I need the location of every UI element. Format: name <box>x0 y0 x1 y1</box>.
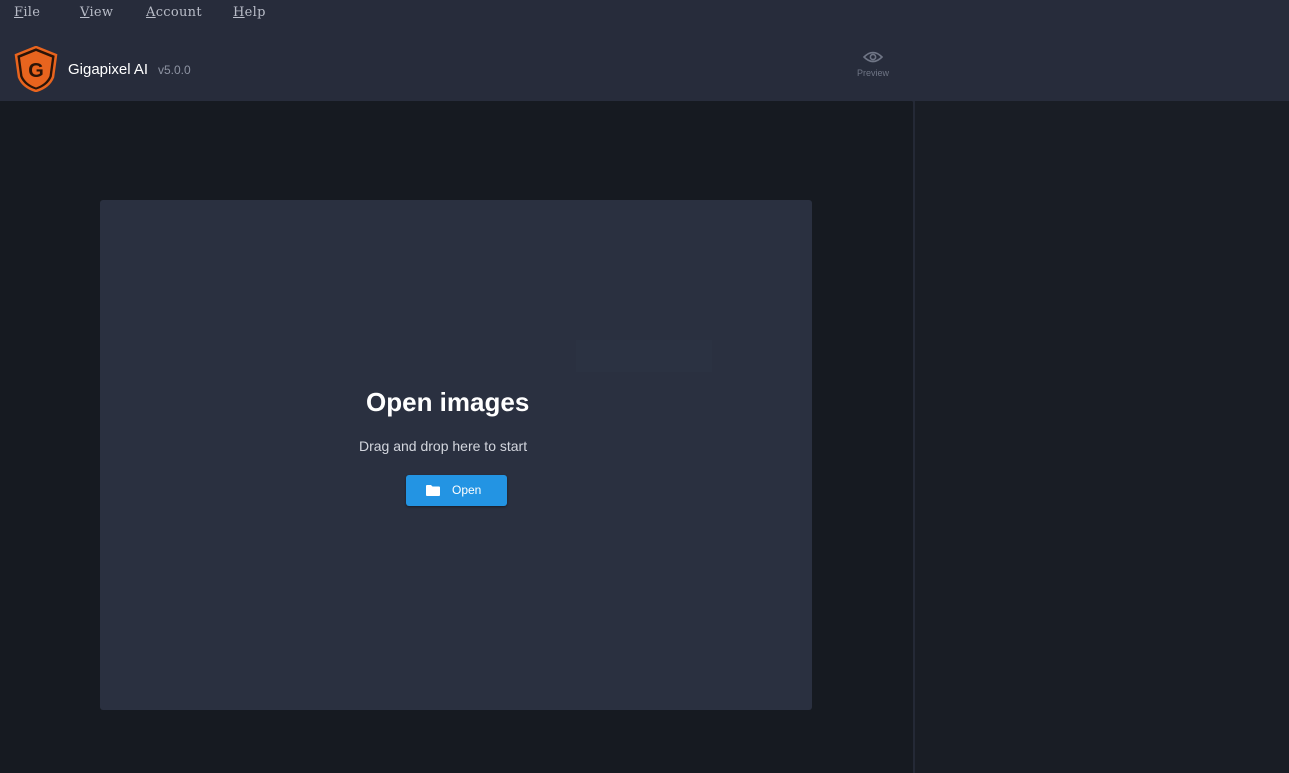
preview-button[interactable]: Preview <box>843 50 903 90</box>
right-side-panel <box>913 101 1289 773</box>
open-button[interactable]: Open <box>406 475 507 506</box>
menu-file-mnemonic: F <box>14 5 24 20</box>
drop-zone[interactable]: Open images Drag and drop here to start … <box>100 200 812 710</box>
menu-view-label: iew <box>89 5 114 20</box>
menu-account-mnemonic: A <box>146 5 156 20</box>
open-button-label: Open <box>452 483 482 497</box>
menu-file[interactable]: File <box>14 5 40 20</box>
menu-account-label: ccount <box>155 5 202 20</box>
menu-account[interactable]: Account <box>146 5 202 20</box>
menu-view[interactable]: View <box>80 5 113 20</box>
drop-title: Open images <box>366 387 530 417</box>
menu-help-mnemonic: H <box>233 5 245 20</box>
workspace: Open images Drag and drop here to start … <box>0 101 912 773</box>
folder-icon <box>426 485 440 496</box>
gigapixel-window: File View Account Help G Gigapixel AI v5… <box>0 0 1289 773</box>
eye-icon <box>863 51 883 63</box>
preview-label: Preview <box>856 68 889 78</box>
menu-help[interactable]: Help <box>233 5 266 20</box>
menu-help-label: elp <box>244 5 266 20</box>
logo-letter: G <box>28 60 44 82</box>
faint-overlay <box>576 340 712 372</box>
gigapixel-logo-icon: G <box>14 46 58 92</box>
menu-bar: File View Account Help <box>0 0 400 26</box>
drop-subtitle: Drag and drop here to start <box>359 438 528 454</box>
app-version: v5.0.0 <box>158 63 191 77</box>
menu-file-label: ile <box>23 5 41 20</box>
app-name: Gigapixel AI <box>68 61 149 78</box>
top-bar: File View Account Help G Gigapixel AI v5… <box>0 0 1289 102</box>
